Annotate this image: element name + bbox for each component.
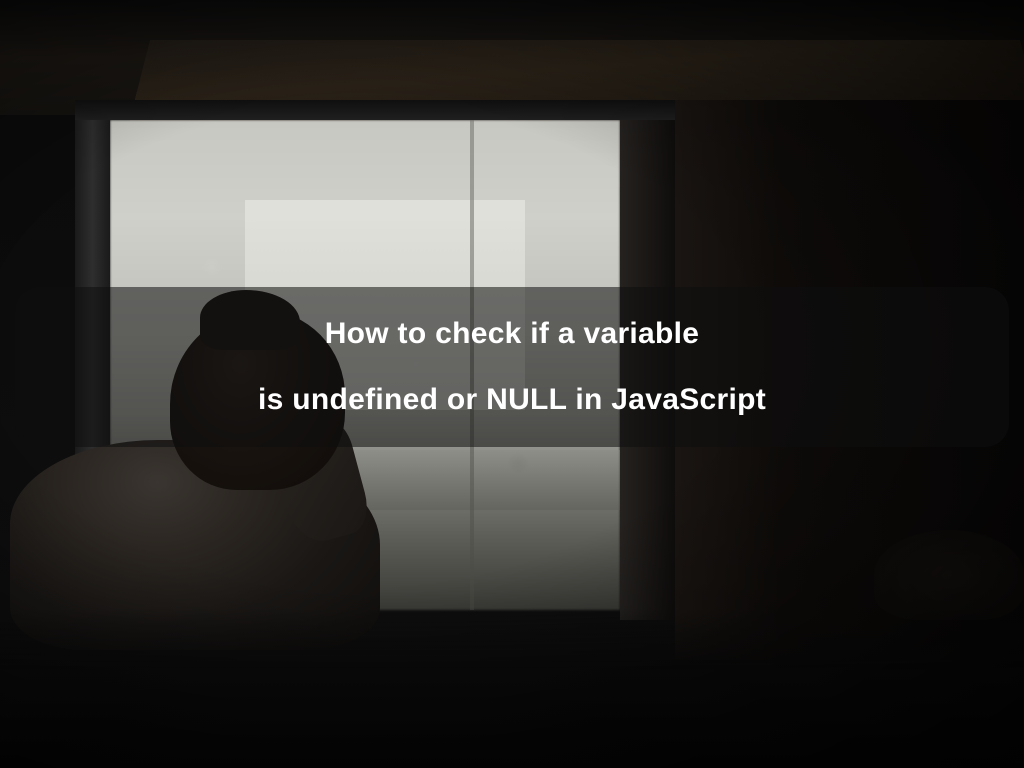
foreground-object xyxy=(874,530,1024,620)
title-overlay: How to check if a variable is undefined … xyxy=(15,287,1009,447)
title-line-1: How to check if a variable xyxy=(325,317,700,351)
title-line-2: is undefined or NULL in JavaScript xyxy=(258,383,766,417)
background-scene: How to check if a variable is undefined … xyxy=(0,0,1024,768)
window-frame-top xyxy=(75,100,675,120)
bottom-shadow xyxy=(0,608,1024,768)
